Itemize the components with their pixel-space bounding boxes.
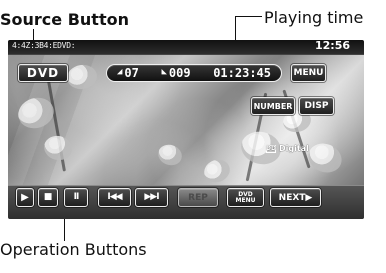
background-blossom — [303, 138, 347, 178]
pause-icon: II — [73, 192, 80, 202]
background-blossom — [41, 132, 75, 164]
dolby-digital-badge: DD Digital — [266, 144, 309, 153]
source-button-label: DVD — [26, 66, 60, 80]
playback-info-box: ◢ 07 ◣ 009 01:23:45 — [106, 64, 282, 82]
dvd-menu-button[interactable]: DVD MENU — [227, 188, 264, 207]
chapter-icon: ◣ — [161, 66, 167, 77]
digital-label: Digital — [279, 144, 309, 153]
number-button[interactable]: NUMBER — [251, 97, 295, 115]
number-button-label: NUMBER — [253, 101, 293, 111]
title-icon: ◢ — [117, 66, 123, 77]
title-number: 07 — [124, 66, 139, 80]
operation-buttons-callout: Operation Buttons — [0, 240, 147, 259]
background-blossom — [201, 156, 233, 186]
playing-time-callout: Playing time — [264, 8, 364, 27]
next-icon: ▶▶I — [144, 192, 159, 202]
menu-button[interactable]: MENU — [291, 64, 326, 82]
chapter-number: 009 — [168, 66, 191, 80]
stop-icon: ■ — [43, 192, 53, 202]
playing-time: 01:23:45 — [213, 66, 271, 80]
title-number-chip: ◢ 07 — [117, 66, 139, 80]
status-bar-left-text: 4:4Z:3B4:EDVD: — [12, 41, 76, 50]
background-blossom — [65, 62, 99, 92]
pause-button[interactable]: II — [64, 188, 88, 207]
status-bar: 4:4Z:3B4:EDVD: 12:56 — [8, 40, 364, 55]
stop-button[interactable]: ■ — [38, 188, 58, 207]
previous-button[interactable]: I◀◀ — [98, 188, 131, 207]
dolby-digital-icon: DD — [266, 144, 276, 153]
menu-button-label: MENU — [293, 68, 324, 78]
playing-time-callout-line-horizontal — [235, 16, 262, 17]
play-button[interactable]: ▶ — [16, 188, 34, 207]
source-button[interactable]: DVD — [18, 64, 68, 82]
display-button[interactable]: DISP — [299, 97, 334, 115]
dvd-menu-stack: DVD MENU — [236, 192, 256, 203]
next-page-button[interactable]: NEXT▶ — [270, 188, 321, 207]
play-icon: ▶ — [21, 191, 29, 203]
dvd-menu-label-bottom: MENU — [235, 197, 256, 204]
source-button-callout: Source Button — [0, 10, 129, 29]
chapter-number-chip: ◣ 009 — [161, 66, 190, 80]
dvd-playback-screen: 4:4Z:3B4:EDVD: 12:56 DVD ◢ 07 ◣ 009 01:2… — [8, 40, 364, 219]
repeat-button[interactable]: REP — [178, 188, 218, 207]
display-button-label: DISP — [304, 101, 329, 111]
next-track-button[interactable]: ▶▶I — [135, 188, 168, 207]
next-page-button-label: NEXT▶ — [278, 192, 313, 203]
repeat-button-label: REP — [188, 192, 208, 203]
background-blossom — [155, 141, 185, 169]
previous-icon: I◀◀ — [107, 192, 122, 202]
operation-buttons-callout-line — [64, 219, 65, 241]
clock-time: 12:56 — [314, 40, 350, 52]
